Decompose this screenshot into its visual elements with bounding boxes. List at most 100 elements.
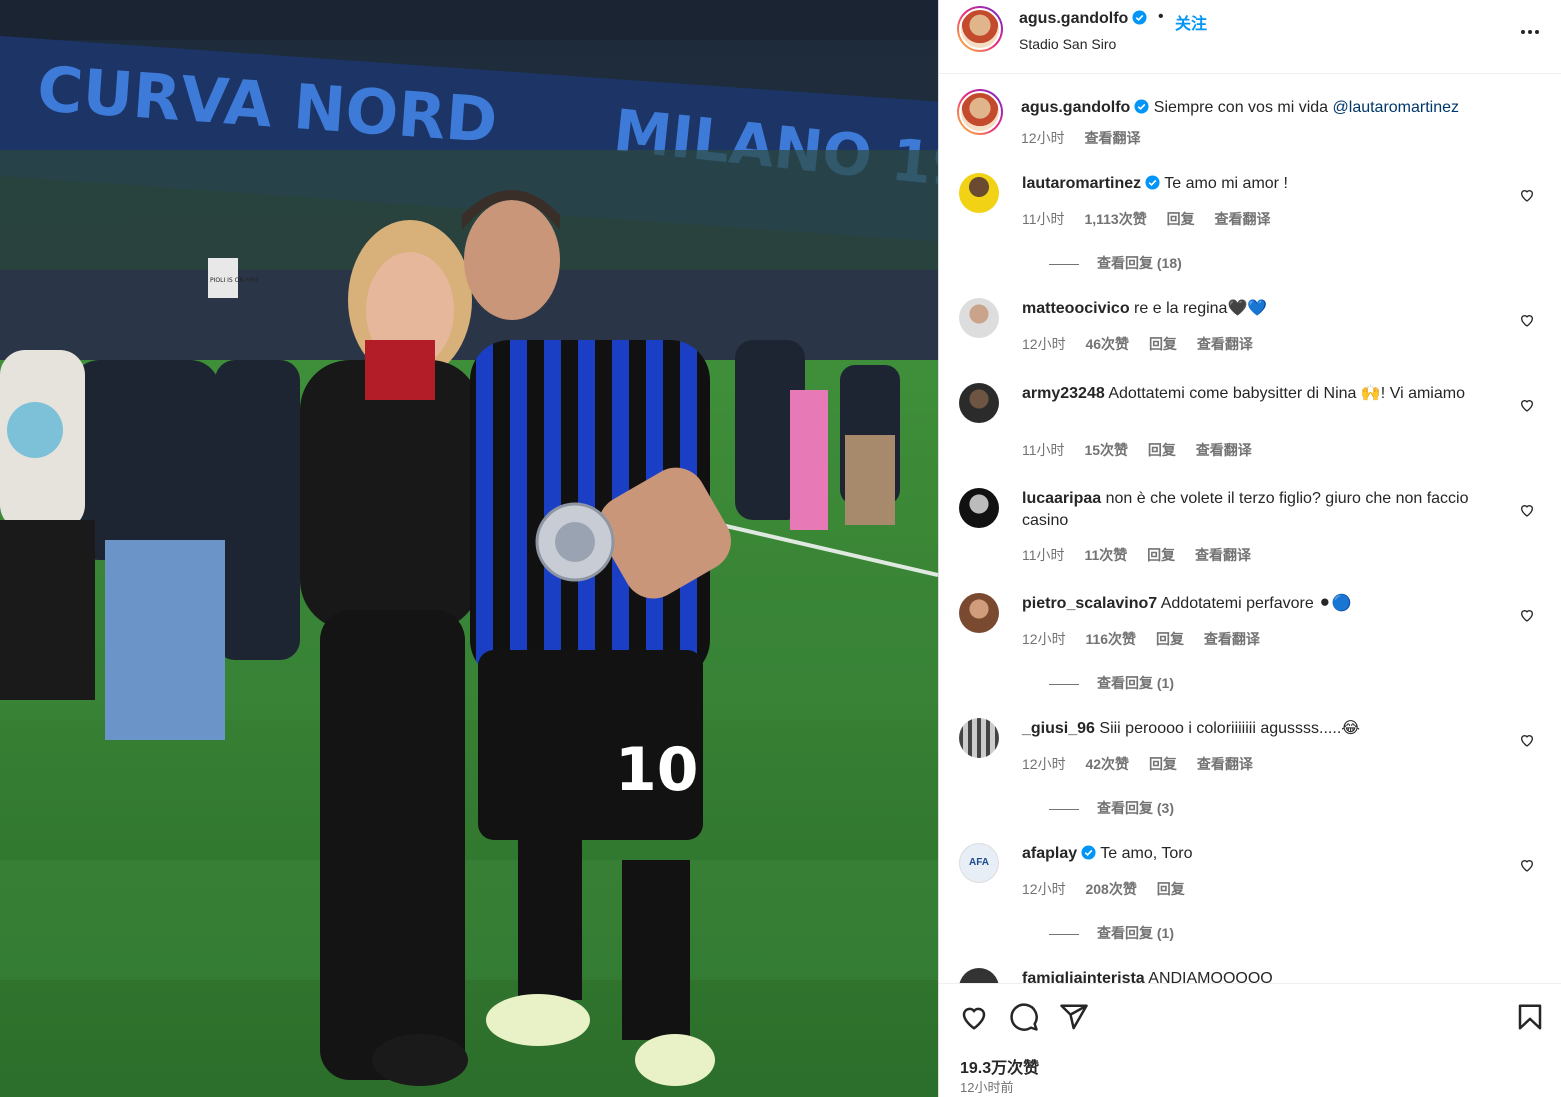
replies-line [1049,683,1079,685]
comment-reply-button[interactable]: 回复 [1147,547,1175,563]
post-likes-count[interactable]: 19.3万次赞 [960,1054,1039,1078]
more-icon[interactable] [1518,20,1542,44]
comment-likes[interactable]: 208次赞 [1085,881,1136,897]
comment-avatar[interactable] [959,968,999,983]
post-photo-illustration: CURVA NORD MILANO 196 PIOLI IS ON FIRE [0,0,938,1097]
post-location[interactable]: Stadio San Siro [1019,36,1116,52]
comment-time: 12小时 [1022,336,1066,352]
comment-body: famigliainterista ANDIAMOOOOO [1022,968,1512,983]
comment-reply-button[interactable]: 回复 [1157,881,1185,897]
heart-icon[interactable] [1519,397,1535,413]
comment-avatar[interactable] [959,298,999,338]
heart-icon[interactable] [1519,312,1535,328]
comment-translate-button[interactable]: 查看翻译 [1214,211,1270,227]
comment-reply-button[interactable]: 回复 [1149,756,1177,772]
author-username-text[interactable]: agus.gandolfo [1019,10,1128,27]
heart-icon[interactable] [959,1002,989,1032]
comment-reply-button[interactable]: 回复 [1148,442,1176,458]
comment-username[interactable]: _giusi_96 [1022,720,1095,737]
comment-username[interactable]: lautaromartinez [1022,175,1141,192]
comment-meta: 12小时 208次赞 回复 [1022,879,1201,899]
heart-icon[interactable] [1519,187,1535,203]
shirt-number: 10 [615,735,699,805]
view-replies-button[interactable]: 查看回复 (3) [1049,798,1174,818]
caption-text: Siempre con vos mi vida [1153,99,1333,116]
bookmark-icon[interactable] [1515,1002,1545,1032]
comment-username[interactable]: lucaaripaa [1022,490,1101,507]
share-icon[interactable] [1059,1002,1089,1032]
comment-translate-button[interactable]: 查看翻译 [1195,547,1251,563]
comment-icon[interactable] [1009,1002,1039,1032]
post-actions: 19.3万次赞 12小时前 [939,983,1561,1097]
view-replies-button[interactable]: 查看回复 (1) [1049,673,1174,693]
verified-icon [1081,845,1096,860]
replies-line [1049,933,1079,935]
verified-icon [1132,10,1147,25]
comment-translate-button[interactable]: 查看翻译 [1196,442,1252,458]
comment-translate-button[interactable]: 查看翻译 [1204,631,1260,647]
comment-reply-button[interactable]: 回复 [1149,336,1177,352]
comment-likes[interactable]: 116次赞 [1085,631,1136,647]
author-username[interactable]: agus.gandolfo [1019,10,1147,28]
comment-reply-button[interactable]: 回复 [1156,631,1184,647]
caption-meta: 12小时 查看翻译 [1021,127,1541,149]
comment-username[interactable]: famigliainterista [1022,970,1145,983]
comment-reply-button[interactable]: 回复 [1167,211,1195,227]
comment-text: Te amo mi amor ! [1164,175,1288,192]
comment-translate-button[interactable]: 查看翻译 [1197,756,1253,772]
comment-time: 11小时 [1022,547,1065,563]
comments-list[interactable]: agus.gandolfo Siempre con vos mi vida @l… [939,75,1561,983]
comment-text: re e la regina🖤💙 [1134,300,1268,317]
comment-meta: 11小时 15次赞 回复 查看翻译 [1022,440,1268,460]
view-replies-label[interactable]: 查看回复 (18) [1097,255,1182,271]
comment-username[interactable]: army23248 [1022,385,1105,402]
comment-likes[interactable]: 1,113次赞 [1084,211,1146,227]
comment-meta: 12小时 42次赞 回复 查看翻译 [1022,754,1269,774]
post-photo[interactable]: CURVA NORD MILANO 196 PIOLI IS ON FIRE [0,0,938,1097]
comment-text: Te amo, Toro [1100,845,1193,862]
comment-likes[interactable]: 15次赞 [1084,442,1128,458]
heart-icon[interactable] [1519,502,1535,518]
view-replies-button[interactable]: 查看回复 (18) [1049,253,1182,273]
caption-mention[interactable]: @lautaromartinez [1333,99,1460,116]
comment-likes[interactable]: 11次赞 [1084,547,1127,563]
comment-text: Adottatemi come babysitter di Nina 🙌! Vi… [1108,385,1465,402]
replies-line [1049,808,1079,810]
caption-time: 12小时 [1021,130,1065,146]
view-replies-label[interactable]: 查看回复 (1) [1097,675,1174,691]
comment-time: 12小时 [1022,756,1066,772]
comment-body: pietro_scalavino7 Addotatemi perfavore ⚫… [1022,593,1512,615]
view-replies-label[interactable]: 查看回复 (3) [1097,800,1174,816]
comment-avatar[interactable] [959,488,999,528]
comment-avatar[interactable] [959,383,999,423]
comment-time: 12小时 [1022,631,1066,647]
heart-icon[interactable] [1519,607,1535,623]
heart-icon[interactable] [1519,857,1535,873]
comment-body: lautaromartinez Te amo mi amor ! [1022,173,1512,195]
view-replies-button[interactable]: 查看回复 (1) [1049,923,1174,943]
comment-username[interactable]: pietro_scalavino7 [1022,595,1157,612]
follow-button[interactable]: 关注 [1175,10,1207,34]
comment-likes[interactable]: 42次赞 [1085,756,1129,772]
comment-username[interactable]: matteoocivico [1022,300,1130,317]
comment-meta: 11小时 1,113次赞 回复 查看翻译 [1022,209,1286,229]
comment-text: ANDIAMOOOOO [1148,970,1273,983]
replies-line [1049,263,1079,265]
comment-translate-button[interactable]: 查看翻译 [1197,336,1253,352]
caption-translate-button[interactable]: 查看翻译 [1084,130,1140,146]
comment-avatar[interactable] [959,173,999,213]
caption-avatar[interactable] [957,89,1003,135]
comment-body: matteoocivico re e la regina🖤💙 [1022,298,1512,320]
comment-username[interactable]: afaplay [1022,845,1077,862]
post-timestamp[interactable]: 12小时前 [960,1077,1013,1096]
view-replies-label[interactable]: 查看回复 (1) [1097,925,1174,941]
comment-likes[interactable]: 46次赞 [1085,336,1129,352]
comment-avatar[interactable] [959,718,999,758]
comment-avatar[interactable] [959,593,999,633]
comment-meta: 11小时 11次赞 回复 查看翻译 [1022,545,1267,565]
caption-username[interactable]: agus.gandolfo [1021,99,1130,116]
comment-meta: 12小时 46次赞 回复 查看翻译 [1022,334,1269,354]
heart-icon[interactable] [1519,732,1535,748]
author-avatar[interactable] [957,6,1003,52]
comment-avatar[interactable]: AFA [959,843,999,883]
